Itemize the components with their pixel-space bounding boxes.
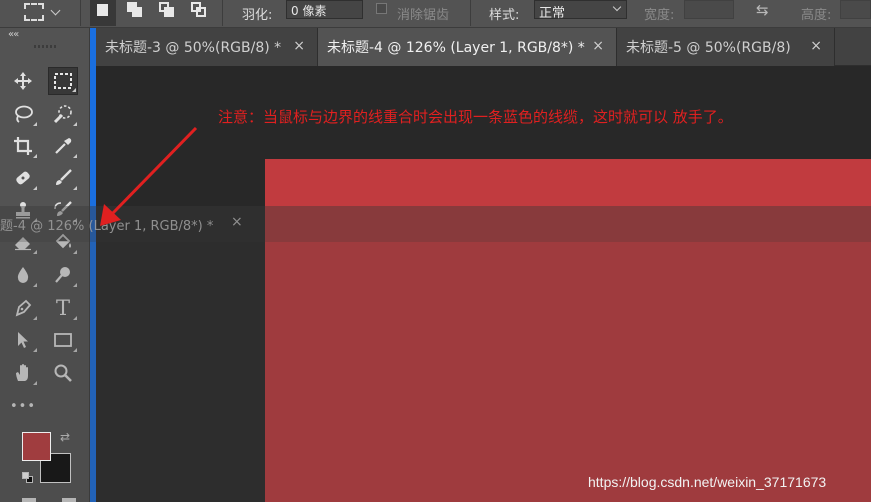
marquee-preset-icon [24,3,44,21]
subtract-selection-icon [159,2,169,12]
toolbar-grip[interactable] [34,45,56,48]
annotation-text: 注意：当鼠标与边界的线重合时会出现一条蓝色的线缆，这时就可以 放手了。 [218,108,733,126]
tab-label: 未标题-5 @ 50%(RGB/8) [626,40,791,56]
width-label: 宽度: [644,8,675,23]
foreground-color-swatch[interactable] [22,432,51,461]
spot-healing-brush-tool[interactable] [8,164,38,192]
close-icon[interactable]: × [231,214,243,230]
close-icon[interactable]: × [592,38,604,54]
style-label: 样式: [489,8,520,23]
swap-width-height-icon[interactable]: ⇆ [756,1,769,19]
document-tabs: 未标题-3 @ 50%(RGB/8) * × 未标题-4 @ 126% (Lay… [96,28,871,66]
feather-label: 羽化: [242,8,273,23]
marquee-icon [54,73,72,89]
floating-window-ghost [0,242,871,502]
new-selection-icon [97,4,108,16]
tab-label: 未标题-3 @ 50%(RGB/8) * [105,40,282,56]
divider [470,0,471,26]
intersect-selection-button[interactable] [186,0,212,26]
style-select[interactable]: 正常 [534,0,627,21]
brush-tool[interactable] [48,164,78,192]
lasso-icon [15,105,33,123]
crop-icon [14,137,32,155]
tab-untitled-4[interactable]: 未标题-4 @ 126% (Layer 1, RGB/8*) * × [318,28,617,66]
new-selection-button[interactable] [90,0,116,26]
crop-tool[interactable] [8,132,38,160]
move-icon [14,72,32,90]
quick-selection-icon [53,105,72,124]
tab-untitled-3[interactable]: 未标题-3 @ 50%(RGB/8) * × [96,28,318,66]
tab-label: 未标题-4 @ 126% (Layer 1, RGB/8*) * [327,40,585,56]
bandage-icon [16,171,30,185]
chevron-down-icon [612,2,622,12]
tab-untitled-5[interactable]: 未标题-5 @ 50%(RGB/8) × [617,28,835,66]
add-to-selection-button[interactable] [122,0,148,26]
brush-icon [56,169,72,185]
height-label: 高度: [801,8,832,23]
watermark: https://blog.csdn.net/weixin_37171673 [588,474,827,490]
rectangular-marquee-tool[interactable] [48,67,78,95]
move-tool[interactable] [8,67,38,95]
tool-preset-picker[interactable] [24,0,70,24]
lasso-tool[interactable] [8,100,38,128]
height-input[interactable] [840,0,871,19]
chevron-down-icon [50,5,61,15]
divider [222,0,223,26]
options-bar: 羽化: 0 像素 消除锯齿 样式: 正常 宽度: ⇆ 高度: [0,0,871,28]
quick-selection-tool[interactable] [48,100,78,128]
close-icon[interactable]: × [293,38,305,54]
width-input[interactable] [684,0,734,19]
style-select-value: 正常 [539,6,566,21]
floating-tab-label: 题-4 @ 126% (Layer 1, RGB/8*) * [0,219,214,234]
close-icon[interactable]: × [810,38,822,54]
subtract-from-selection-button[interactable] [154,0,180,26]
antialias-label: 消除锯齿 [397,8,450,23]
antialias-checkbox[interactable] [376,3,387,14]
divider [80,0,81,26]
eyedropper-icon [55,138,72,154]
feather-input[interactable]: 0 像素 [286,0,363,19]
collapse-toolbar-icon[interactable]: «« [8,29,19,40]
eyedropper-tool[interactable] [48,132,78,160]
